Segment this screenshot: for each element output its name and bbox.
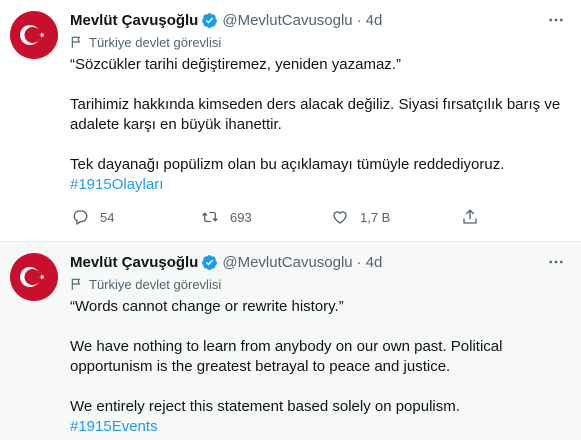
tweet-actions: 54 693 1,7 B xyxy=(70,207,565,227)
share-icon xyxy=(460,207,480,227)
account-label-text: Türkiye devlet görevlisi xyxy=(89,34,222,50)
share-button[interactable] xyxy=(460,207,490,227)
account-label[interactable]: Türkiye devlet görevlisi xyxy=(70,33,565,51)
like-icon xyxy=(330,207,350,227)
retweet-icon xyxy=(200,207,220,227)
timestamp[interactable]: 4d xyxy=(366,254,383,271)
turkish-flag-icon xyxy=(20,267,45,287)
separator-dot: · xyxy=(356,253,362,271)
avatar[interactable] xyxy=(10,11,58,59)
more-options-button[interactable] xyxy=(545,10,567,30)
flag-icon xyxy=(70,277,84,291)
tweet-text: “Sözcükler tarihi değiştiremez, yeniden … xyxy=(70,55,565,195)
like-button[interactable]: 1,7 B xyxy=(330,207,460,227)
avatar[interactable] xyxy=(10,253,58,301)
tweet-paragraph: “Words cannot change or rewrite history.… xyxy=(70,298,344,315)
tweet-paragraph: We entirely reject this statement based … xyxy=(70,398,460,415)
more-options-button[interactable] xyxy=(545,252,567,272)
like-count: 1,7 B xyxy=(360,209,391,225)
retweet-button[interactable]: 693 xyxy=(200,207,330,227)
hashtag-link[interactable]: #1915Events xyxy=(70,417,565,437)
tweet-paragraph: Tarihimiz hakkında kimseden ders alacak … xyxy=(70,96,561,133)
reply-count: 54 xyxy=(100,209,115,225)
more-icon xyxy=(549,18,563,22)
author-name[interactable]: Mevlüt Çavuşoğlu xyxy=(70,254,198,271)
account-label-text: Türkiye devlet görevlisi xyxy=(89,276,222,292)
tweet-header: Mevlüt Çavuşoğlu @MevlutCavusoglu · 4d xyxy=(70,10,565,30)
account-label[interactable]: Türkiye devlet görevlisi xyxy=(70,275,565,293)
tweet-1[interactable]: Mevlüt Çavuşoğlu @MevlutCavusoglu · 4d T… xyxy=(0,0,581,242)
hashtag-link[interactable]: #1915Olayları xyxy=(70,175,565,195)
more-icon xyxy=(549,260,563,264)
timestamp[interactable]: 4d xyxy=(366,12,383,29)
tweet-text: “Words cannot change or rewrite history.… xyxy=(70,297,565,437)
retweet-count: 693 xyxy=(230,209,252,225)
author-name[interactable]: Mevlüt Çavuşoğlu xyxy=(70,12,198,29)
reply-icon xyxy=(70,207,90,227)
tweet-2[interactable]: Mevlüt Çavuşoğlu @MevlutCavusoglu · 4d T… xyxy=(0,242,581,440)
author-handle[interactable]: @MevlutCavusoglu xyxy=(222,12,352,29)
tweet-paragraph: We have nothing to learn from anybody on… xyxy=(70,338,503,375)
tweet-paragraph: Tek dayanağı popülizm olan bu açıklamayı… xyxy=(70,156,505,173)
turkish-flag-icon xyxy=(20,25,45,45)
verified-badge-icon xyxy=(201,254,218,271)
reply-button[interactable]: 54 xyxy=(70,207,200,227)
author-handle[interactable]: @MevlutCavusoglu xyxy=(222,254,352,271)
verified-badge-icon xyxy=(201,12,218,29)
tweet-header: Mevlüt Çavuşoğlu @MevlutCavusoglu · 4d xyxy=(70,252,565,272)
separator-dot: · xyxy=(356,11,362,29)
tweet-paragraph: “Sözcükler tarihi değiştiremez, yeniden … xyxy=(70,56,401,73)
flag-icon xyxy=(70,35,84,49)
